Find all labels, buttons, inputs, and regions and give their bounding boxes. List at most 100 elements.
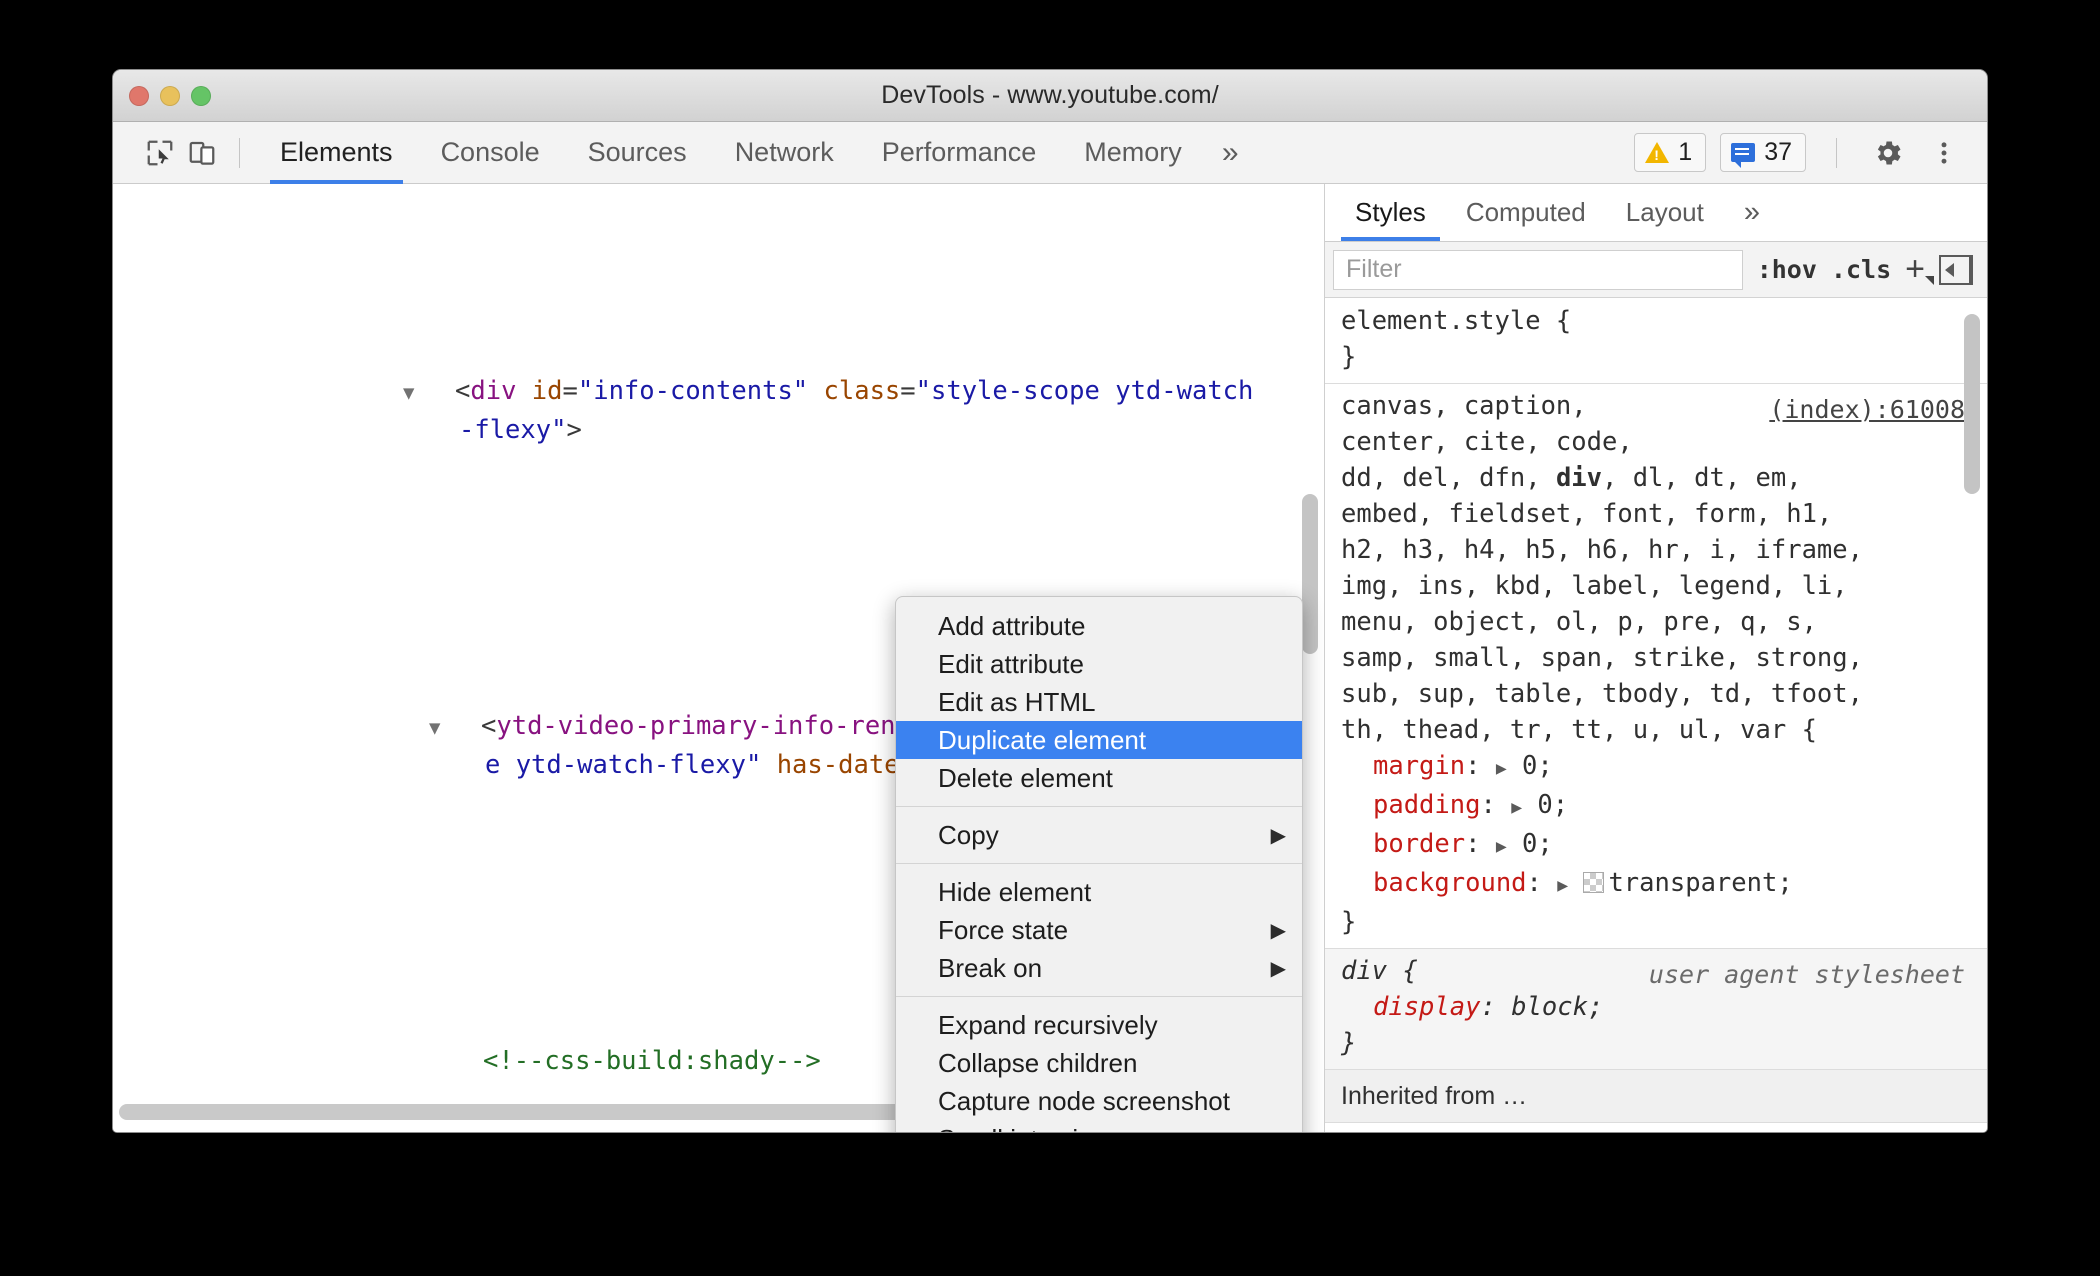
style-property-value[interactable]: block: [1511, 992, 1588, 1022]
expand-shorthand-icon[interactable]: ▶: [1496, 758, 1507, 779]
message-count-badge[interactable]: 37: [1720, 133, 1806, 172]
window-titlebar: DevTools - www.youtube.com/: [113, 70, 1987, 122]
style-property-value[interactable]: 0: [1537, 790, 1552, 820]
context-menu-item-hide-element[interactable]: Hide element: [896, 873, 1302, 911]
styles-sidebar-pane: Styles Computed Layout » Filter :hov .cl…: [1325, 184, 1987, 1132]
expand-shorthand-icon[interactable]: ▶: [1511, 797, 1522, 818]
dom-tree-vertical-scrollbar[interactable]: [1302, 494, 1318, 654]
expand-triangle-icon[interactable]: ▼: [403, 375, 455, 412]
tab-layout-label: Layout: [1625, 197, 1704, 227]
context-menu-item-scroll-into-view[interactable]: Scroll into view: [896, 1120, 1302, 1133]
styles-more-tabs-chevron-icon[interactable]: »: [1724, 184, 1780, 241]
dom-node-context-menu: Add attribute Edit attribute Edit as HTM…: [895, 596, 1303, 1132]
dom-tree-row[interactable]: ▼ <div id="info-contents" class="style-sc…: [113, 299, 1324, 523]
tab-styles[interactable]: Styles: [1335, 184, 1446, 241]
submenu-arrow-icon: ▶: [1270, 824, 1286, 847]
context-menu-item-copy[interactable]: Copy ▶: [896, 816, 1302, 854]
context-menu-item-break-on[interactable]: Break on ▶: [896, 949, 1302, 987]
message-count-label: 37: [1764, 138, 1792, 166]
styles-filter-bar: Filter :hov .cls +: [1325, 242, 1987, 298]
context-menu-separator: [896, 863, 1302, 864]
more-tabs-chevron-icon[interactable]: »: [1206, 122, 1255, 184]
plus-icon[interactable]: +: [1905, 250, 1934, 289]
context-menu-item-force-state[interactable]: Force state ▶: [896, 911, 1302, 949]
tab-elements-label: Elements: [280, 137, 393, 167]
tab-network-label: Network: [734, 137, 834, 167]
styles-vertical-scrollbar[interactable]: [1964, 314, 1980, 494]
tab-sources-label: Sources: [587, 137, 687, 167]
expand-shorthand-icon[interactable]: ▶: [1496, 836, 1507, 857]
tab-network[interactable]: Network: [711, 122, 858, 184]
elements-dom-tree-pane: ▼ <div id="info-contents" class="style-sc…: [113, 184, 1325, 1132]
toggle-class-editor-button[interactable]: .cls: [1831, 255, 1891, 284]
window-title: DevTools - www.youtube.com/: [881, 81, 1219, 109]
inherited-from-header: Inherited from …: [1325, 1070, 1987, 1123]
style-rule-close: }: [1341, 1028, 1357, 1058]
expand-triangle-icon[interactable]: ▼: [429, 710, 481, 747]
toggle-sidebar-icon[interactable]: [1939, 254, 1973, 285]
context-menu-separator: [896, 806, 1302, 807]
context-menu-item-break-on-label: Break on: [938, 952, 1043, 983]
context-menu-item-delete-element[interactable]: Delete element: [896, 759, 1302, 797]
context-menu-item-collapse-children[interactable]: Collapse children: [896, 1044, 1302, 1082]
style-property-value[interactable]: 0: [1522, 751, 1537, 781]
style-rule-source-link[interactable]: (index):61008: [1769, 392, 1965, 428]
gear-icon[interactable]: [1867, 132, 1909, 174]
screen: DevTools - www.youtube.com/ Elements Con…: [0, 0, 2100, 1276]
device-toolbar-icon[interactable]: [181, 132, 223, 174]
style-rule-source-note: user agent stylesheet: [1648, 960, 1965, 989]
style-rule-user-agent-div[interactable]: user agent stylesheet div { display: blo…: [1325, 949, 1987, 1070]
tab-console[interactable]: Console: [417, 122, 564, 184]
color-swatch-icon[interactable]: [1583, 872, 1605, 893]
devtools-body: ▼ <div id="info-contents" class="style-sc…: [113, 184, 1987, 1132]
tab-performance-label: Performance: [881, 137, 1037, 167]
context-menu-item-edit-as-html[interactable]: Edit as HTML: [896, 683, 1302, 721]
tab-performance[interactable]: Performance: [858, 122, 1061, 184]
message-bubble-icon: [1731, 143, 1756, 168]
submenu-arrow-icon: ▶: [1270, 957, 1286, 980]
tab-memory[interactable]: Memory: [1060, 122, 1206, 184]
tab-elements[interactable]: Elements: [256, 122, 417, 184]
style-property-name: border: [1373, 829, 1466, 859]
devtools-toolbar: Elements Console Sources Network Perform…: [113, 122, 1987, 184]
tab-computed[interactable]: Computed: [1446, 184, 1606, 241]
style-declaration[interactable]: background: ▶ transparent;: [1341, 865, 1969, 904]
context-menu-item-copy-label: Copy: [938, 819, 999, 850]
styles-filter-input[interactable]: Filter: [1333, 249, 1743, 290]
style-property-value[interactable]: transparent: [1608, 868, 1777, 898]
style-rule-selector: canvas, caption, center, cite, code, dd,…: [1341, 391, 1863, 745]
context-menu-item-capture-node-screenshot[interactable]: Capture node screenshot: [896, 1082, 1302, 1120]
style-declaration[interactable]: border: ▶ 0;: [1341, 826, 1969, 865]
panel-tabs: Elements Console Sources Network Perform…: [256, 122, 1255, 184]
inspect-element-icon[interactable]: [139, 132, 181, 174]
style-rule-source-link[interactable]: (index):20227: [1769, 1131, 1965, 1132]
tab-styles-label: Styles: [1355, 197, 1426, 227]
context-menu-item-duplicate-element[interactable]: Duplicate element: [896, 721, 1302, 759]
style-declaration[interactable]: display: block;: [1341, 989, 1969, 1025]
style-rule-close: }: [1341, 342, 1357, 372]
style-property-name: background: [1373, 868, 1527, 898]
context-menu-item-expand-recursively[interactable]: Expand recursively: [896, 1006, 1302, 1044]
tab-sources[interactable]: Sources: [564, 122, 711, 184]
style-property-value[interactable]: 0: [1522, 829, 1537, 859]
context-menu-separator: [896, 996, 1302, 997]
context-menu-item-add-attribute[interactable]: Add attribute: [896, 607, 1302, 645]
expand-shorthand-icon[interactable]: ▶: [1557, 875, 1568, 896]
style-rule-inherited[interactable]: (index):20227 ytd-video-primary-: [1325, 1123, 1987, 1132]
more-vertical-icon[interactable]: [1923, 132, 1965, 174]
warning-count-badge[interactable]: 1: [1634, 133, 1707, 172]
context-menu-item-force-state-label: Force state: [938, 914, 1069, 945]
style-rule-reset[interactable]: (index):61008 canvas, caption, center, c…: [1325, 384, 1987, 949]
toggle-hover-state-button[interactable]: :hov: [1757, 255, 1817, 284]
style-declaration[interactable]: margin: ▶ 0;: [1341, 748, 1969, 787]
style-rule-element-style[interactable]: element.style { }: [1325, 299, 1987, 384]
submenu-arrow-icon: ▶: [1270, 919, 1286, 942]
context-menu-item-edit-attribute[interactable]: Edit attribute: [896, 645, 1302, 683]
toolbar-divider: [239, 137, 240, 168]
style-property-name: padding: [1373, 790, 1481, 820]
style-declaration[interactable]: padding: ▶ 0;: [1341, 787, 1969, 826]
tab-layout[interactable]: Layout: [1606, 184, 1724, 241]
styles-pane-tabs: Styles Computed Layout »: [1325, 184, 1987, 242]
styles-rules-list[interactable]: element.style { } (index):61008 canvas, …: [1325, 299, 1987, 1132]
toolbar-divider-2: [1836, 137, 1837, 168]
